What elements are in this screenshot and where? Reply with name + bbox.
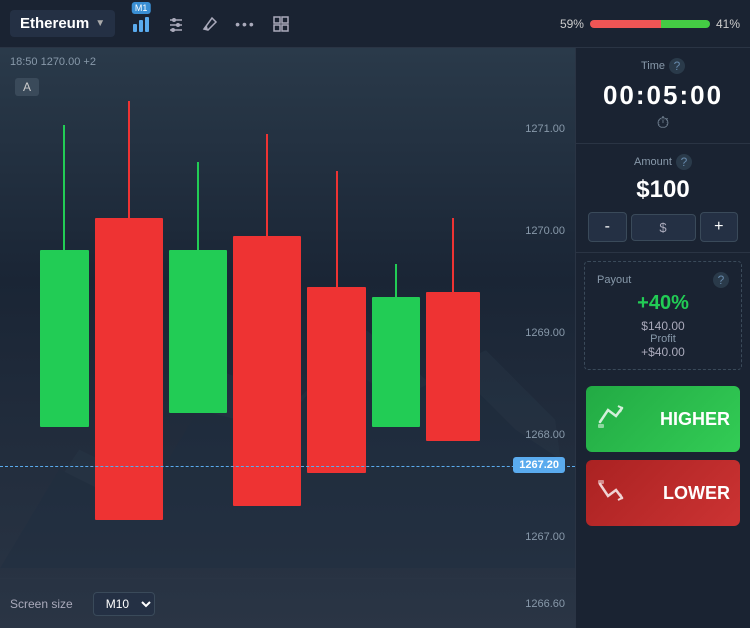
candle-7-body <box>426 292 480 441</box>
progress-green <box>661 20 710 28</box>
amount-minus-button[interactable]: - <box>588 212 627 242</box>
profit-amount: +$40.00 <box>597 345 729 359</box>
candle-6 <box>372 78 421 543</box>
pencil-icon <box>201 15 219 33</box>
payout-amount: $140.00 <box>597 319 729 333</box>
main-content: 1271.00 1270.00 1269.00 1268.00 1267.00 … <box>0 48 750 628</box>
amount-plus-button[interactable]: + <box>700 212 739 242</box>
chart-top-info: 18:50 1270.00 +2 <box>10 56 96 68</box>
candle-3 <box>169 78 227 543</box>
screen-size-label: Screen size <box>10 597 73 611</box>
candle-2 <box>95 78 163 543</box>
sidebar: Time ? 00:05:00 ⏱ Amount ? $100 - $ + Pa… <box>575 48 750 628</box>
lower-button[interactable]: LOWER <box>586 460 740 526</box>
payout-label: Payout <box>597 274 631 286</box>
payout-help-icon[interactable]: ? <box>713 272 729 288</box>
draw-button[interactable] <box>197 11 223 37</box>
price-label-5: 1267.00 <box>525 531 565 543</box>
timer-icon[interactable]: ⏱ <box>588 115 738 133</box>
time-label: Time ? <box>588 58 738 74</box>
trade-buttons: HIGHER LOWER <box>576 378 750 628</box>
settings-button[interactable] <box>163 11 189 37</box>
candle-3-body <box>169 250 227 413</box>
progress-red <box>590 20 661 28</box>
candle-6-body <box>372 297 421 427</box>
asset-name: Ethereum <box>20 15 89 32</box>
sliders-icon <box>167 15 185 33</box>
top-bar-left: Ethereum ▼ M1 <box>10 10 294 38</box>
amount-label: Amount ? <box>588 154 738 170</box>
top-bar: Ethereum ▼ M1 <box>0 0 750 48</box>
profit-label: Profit <box>597 333 729 345</box>
candle-5-body <box>307 287 365 473</box>
candle-2-body <box>95 218 163 520</box>
amount-help-icon[interactable]: ? <box>676 154 692 170</box>
lower-label: LOWER <box>663 483 730 504</box>
price-labels: 1271.00 1270.00 1269.00 1268.00 1267.00 <box>525 48 565 628</box>
price-label-3: 1269.00 <box>525 327 565 339</box>
price-label-4: 1268.00 <box>525 429 565 441</box>
amount-section: Amount ? $100 - $ + <box>576 144 750 253</box>
amount-currency: $ <box>631 214 696 241</box>
screen-size-select[interactable]: M10 M5 M1 <box>93 592 155 616</box>
asset-selector[interactable]: Ethereum ▼ <box>10 10 115 37</box>
candle-1-body <box>40 250 89 427</box>
bar-chart-icon <box>131 14 151 34</box>
chart-type-button[interactable]: M1 <box>127 10 155 38</box>
amount-display: $100 <box>588 176 738 204</box>
candle-4 <box>233 78 301 543</box>
m1-badge: M1 <box>132 2 151 14</box>
current-price-line: 1267.20 <box>0 466 575 467</box>
chart-area: 1271.00 1270.00 1269.00 1268.00 1267.00 … <box>0 48 575 628</box>
asset-chevron-icon: ▼ <box>95 18 105 29</box>
candle-5 <box>307 78 365 543</box>
toolbar: M1 <box>127 10 294 38</box>
chart-time-price: 18:50 1270.00 +2 <box>10 56 96 68</box>
current-price-badge: 1267.20 <box>513 457 565 473</box>
price-label-1: 1271.00 <box>525 123 565 135</box>
payout-percent: +40% <box>597 292 729 315</box>
higher-arrow-icon <box>596 402 624 436</box>
grid-icon <box>272 15 290 33</box>
payout-header: Payout ? <box>597 272 729 288</box>
progress-right-label: 41% <box>716 17 740 31</box>
ellipsis-icon: ••• <box>235 16 256 32</box>
candle-1 <box>40 78 89 543</box>
progress-bar <box>590 20 710 28</box>
time-display: 00:05:00 <box>588 80 738 111</box>
higher-button[interactable]: HIGHER <box>586 386 740 452</box>
bottom-price-label: 1266.60 <box>525 598 565 610</box>
time-section: Time ? 00:05:00 ⏱ <box>576 48 750 144</box>
candle-7 <box>426 78 480 543</box>
price-label-2: 1270.00 <box>525 225 565 237</box>
amount-controls: - $ + <box>588 212 738 242</box>
chart-bottom: Screen size M10 M5 M1 1266.60 <box>0 578 575 628</box>
time-help-icon[interactable]: ? <box>669 58 685 74</box>
higher-label: HIGHER <box>660 409 730 430</box>
lower-arrow-icon <box>596 476 624 510</box>
payout-section: Payout ? +40% $140.00 Profit +$40.00 <box>584 261 742 370</box>
more-button[interactable]: ••• <box>231 12 260 36</box>
candles-area <box>20 78 500 573</box>
grid-button[interactable] <box>268 11 294 37</box>
progress-left-label: 59% <box>560 17 584 31</box>
top-bar-right: 59% 41% <box>560 17 740 31</box>
